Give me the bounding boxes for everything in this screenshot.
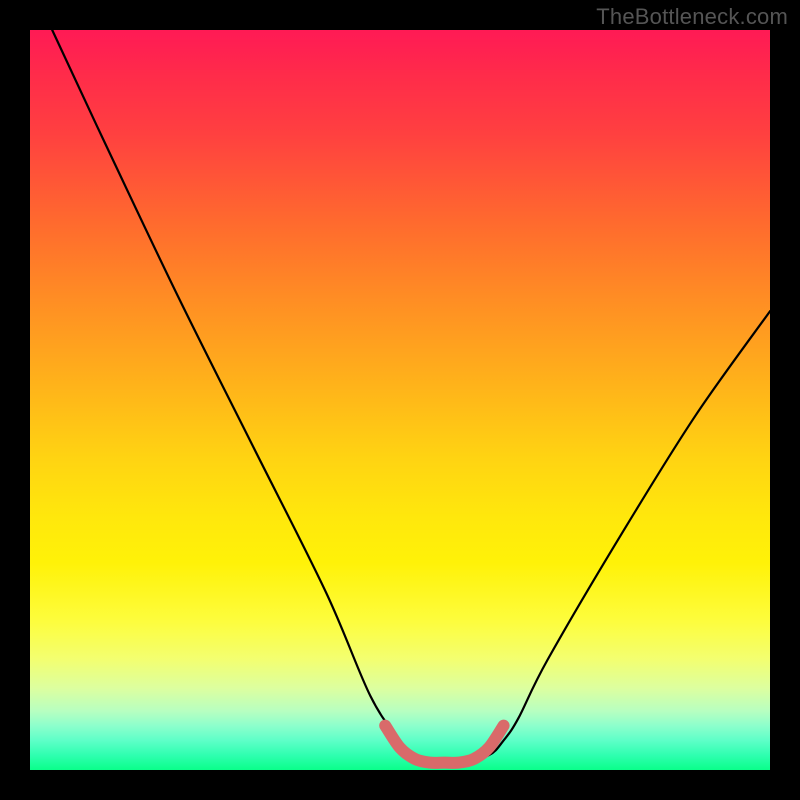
watermark-text: TheBottleneck.com — [596, 4, 788, 30]
plot-svg — [30, 30, 770, 770]
plot-area — [30, 30, 770, 770]
optimal-zone-curve — [385, 726, 503, 763]
bottleneck-curve — [52, 30, 770, 764]
chart-frame: TheBottleneck.com — [0, 0, 800, 800]
